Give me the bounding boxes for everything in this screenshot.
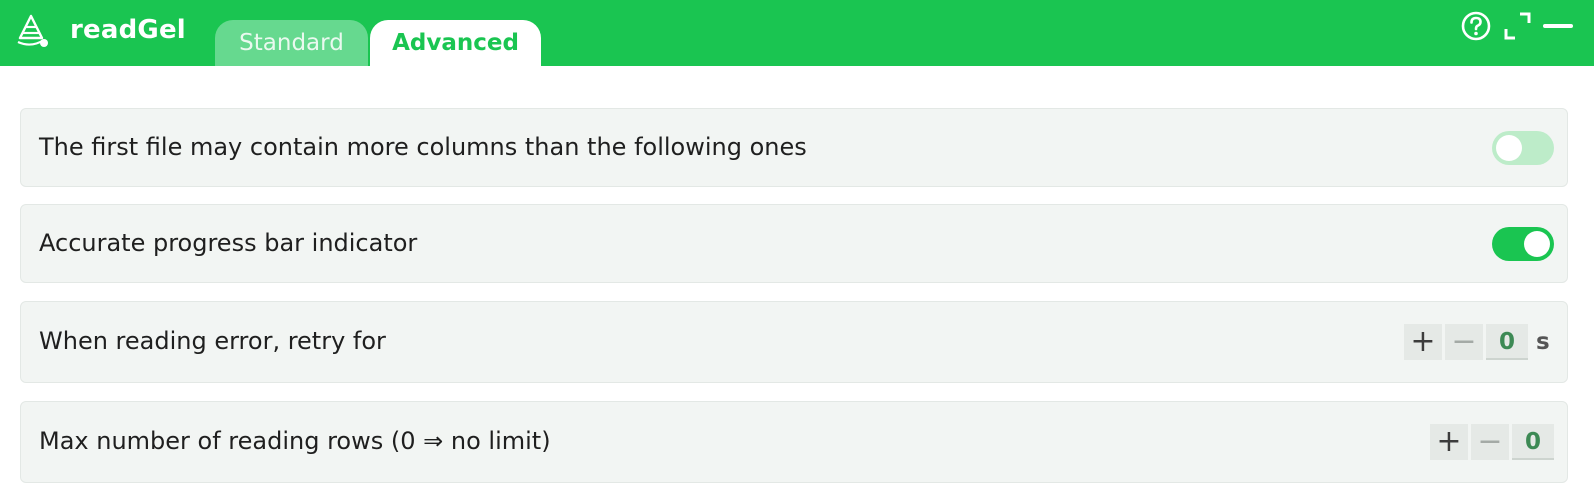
help-icon[interactable] bbox=[1460, 10, 1492, 42]
retry-value-input[interactable]: 0 bbox=[1486, 324, 1528, 360]
setting-label: When reading error, retry for bbox=[39, 327, 386, 355]
minimize-icon[interactable] bbox=[1542, 10, 1574, 42]
accurate-progress-toggle[interactable] bbox=[1492, 227, 1554, 261]
setting-retry: When reading error, retry for + − 0 s bbox=[20, 301, 1568, 383]
decrement-button[interactable]: − bbox=[1445, 324, 1483, 360]
decrement-button[interactable]: − bbox=[1471, 424, 1509, 460]
setting-first-file-columns: The first file may contain more columns … bbox=[20, 108, 1568, 187]
tab-standard[interactable]: Standard bbox=[215, 20, 368, 66]
setting-label: Max number of reading rows (0 ⇒ no limit… bbox=[39, 427, 551, 455]
max-rows-stepper: + − 0 bbox=[1430, 424, 1554, 460]
expand-icon[interactable] bbox=[1502, 10, 1534, 42]
increment-button[interactable]: + bbox=[1404, 324, 1442, 360]
setting-accurate-progress: Accurate progress bar indicator bbox=[20, 204, 1568, 283]
max-rows-value-input[interactable]: 0 bbox=[1512, 424, 1554, 460]
toggle-knob bbox=[1524, 231, 1550, 257]
tab-advanced[interactable]: Advanced bbox=[370, 20, 541, 66]
setting-max-rows: Max number of reading rows (0 ⇒ no limit… bbox=[20, 401, 1568, 483]
increment-button[interactable]: + bbox=[1430, 424, 1468, 460]
first-file-columns-toggle[interactable] bbox=[1492, 131, 1554, 165]
title-bar: readGel Standard Advanced bbox=[0, 0, 1594, 66]
toggle-knob bbox=[1496, 135, 1522, 161]
retry-unit: s bbox=[1536, 329, 1550, 355]
app-logo-icon bbox=[17, 14, 48, 47]
setting-label: Accurate progress bar indicator bbox=[39, 229, 418, 257]
setting-label: The first file may contain more columns … bbox=[39, 133, 807, 161]
app-title: readGel bbox=[70, 15, 186, 45]
retry-stepper: + − 0 s bbox=[1404, 324, 1550, 360]
